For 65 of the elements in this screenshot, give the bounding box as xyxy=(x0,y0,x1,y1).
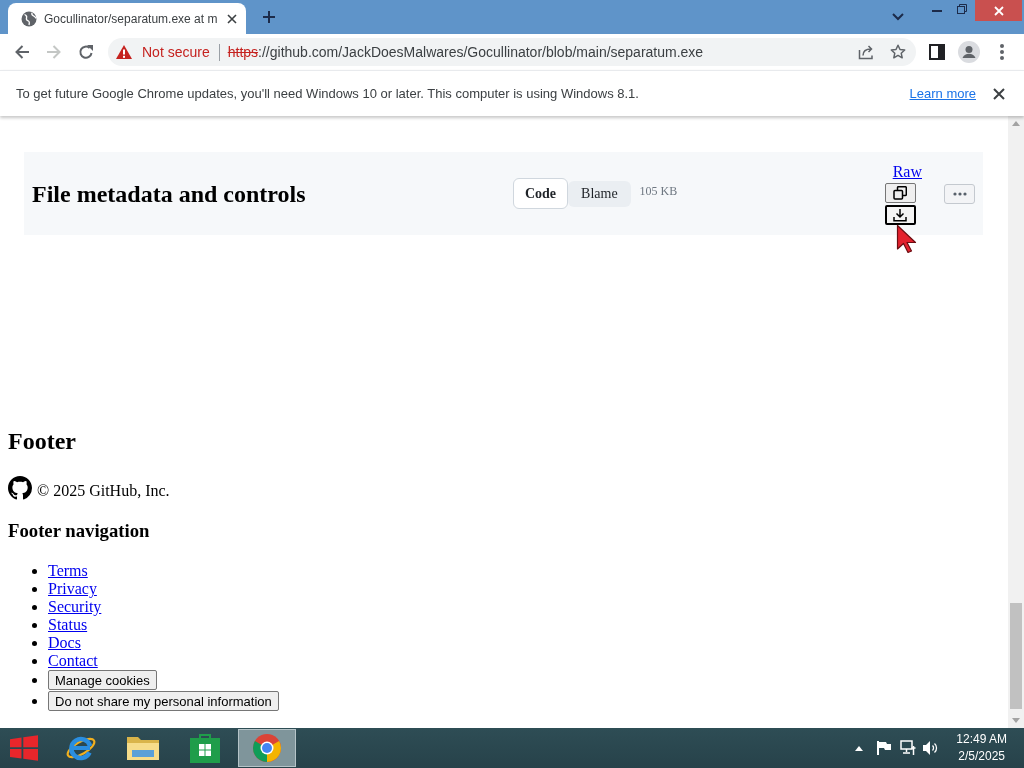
shopping-bag-icon xyxy=(190,733,220,763)
folder-icon xyxy=(126,734,160,762)
footer-button[interactable]: Manage cookies xyxy=(48,670,157,690)
footer-nav-heading: Footer navigation xyxy=(8,520,150,542)
bullet-icon xyxy=(32,678,37,683)
footer-button[interactable]: Do not share my personal information xyxy=(48,691,279,711)
close-icon[interactable] xyxy=(993,87,1005,100)
bullet-icon xyxy=(32,699,37,704)
section-heading: File metadata and controls xyxy=(32,179,306,208)
clock-date[interactable]: 2/5/2025 xyxy=(958,748,1005,765)
footer-link[interactable]: Contact xyxy=(48,652,98,670)
footer-heading: Footer xyxy=(8,427,76,455)
view-tab[interactable]: Code xyxy=(512,178,569,209)
bullet-icon xyxy=(32,622,37,628)
profile-icon[interactable] xyxy=(958,41,980,63)
bullet-icon xyxy=(32,586,37,592)
learn-more-link[interactable]: Learn more xyxy=(909,86,976,101)
footer-link[interactable]: Status xyxy=(48,616,88,634)
download-icon xyxy=(893,207,908,222)
share-icon[interactable] xyxy=(858,44,874,60)
scrollbar[interactable] xyxy=(1008,116,1024,728)
plus-icon[interactable] xyxy=(263,11,275,23)
security-status[interactable]: Not secure xyxy=(142,44,210,60)
footer-link[interactable]: Docs xyxy=(48,634,81,652)
bullet-icon xyxy=(32,604,37,610)
footer-link[interactable]: Security xyxy=(48,598,102,616)
star-icon[interactable] xyxy=(890,44,906,60)
flag-icon[interactable] xyxy=(877,741,892,755)
menu-icon[interactable] xyxy=(1000,44,1004,60)
bullet-icon xyxy=(32,568,37,574)
warning-icon xyxy=(116,45,132,59)
raw-link[interactable]: Raw xyxy=(892,162,922,181)
footer-link[interactable]: Privacy xyxy=(48,580,97,598)
github-logo-icon[interactable] xyxy=(8,476,32,500)
download-button[interactable] xyxy=(884,204,916,225)
copyright-text: © 2025 GitHub, Inc. xyxy=(37,482,170,500)
browser-tab[interactable]: Gocullinator/separatum.exe at m xyxy=(8,3,246,34)
footer-link[interactable]: Terms xyxy=(48,562,88,580)
side-panel-icon[interactable] xyxy=(929,44,945,60)
caret-up-icon[interactable] xyxy=(855,745,864,751)
scroll-thumb[interactable] xyxy=(1010,603,1022,709)
chrome-icon xyxy=(252,733,282,763)
start-icon[interactable] xyxy=(10,735,38,761)
back-icon[interactable] xyxy=(14,44,30,60)
clock-time[interactable]: 12:49 AM xyxy=(956,731,1007,748)
reload-icon[interactable] xyxy=(78,44,94,60)
file-size: 105 KB xyxy=(639,184,678,199)
chevron-down-icon[interactable] xyxy=(892,13,904,21)
view-tab[interactable]: Blame xyxy=(568,180,631,207)
globe-icon xyxy=(21,10,37,27)
close-button[interactable] xyxy=(975,0,1022,21)
ellipsis-icon xyxy=(952,191,967,196)
restore-icon[interactable] xyxy=(957,4,967,14)
bullet-icon xyxy=(32,658,37,664)
close-icon[interactable] xyxy=(227,13,237,24)
bullet-icon xyxy=(32,640,37,646)
network-icon[interactable] xyxy=(900,740,917,756)
copy-icon xyxy=(893,185,908,200)
address-bar[interactable]: Not secure https://github.com/JackDoesMalwares/Gocullinator/blob/main/separatum.exe xyxy=(108,38,916,66)
url-text: https://github.com/JackDoesMalwares/Gocullinator/blob/main/separatum.exe xyxy=(227,44,704,60)
close-icon xyxy=(993,5,1004,16)
mouse-pointer-icon xyxy=(896,224,917,254)
speaker-icon[interactable] xyxy=(923,741,940,755)
copy-button[interactable] xyxy=(884,182,916,203)
info-message: To get future Google Chrome updates, you'll need Windows 10 or later. This computer is using Windows 8.1. xyxy=(16,86,639,101)
